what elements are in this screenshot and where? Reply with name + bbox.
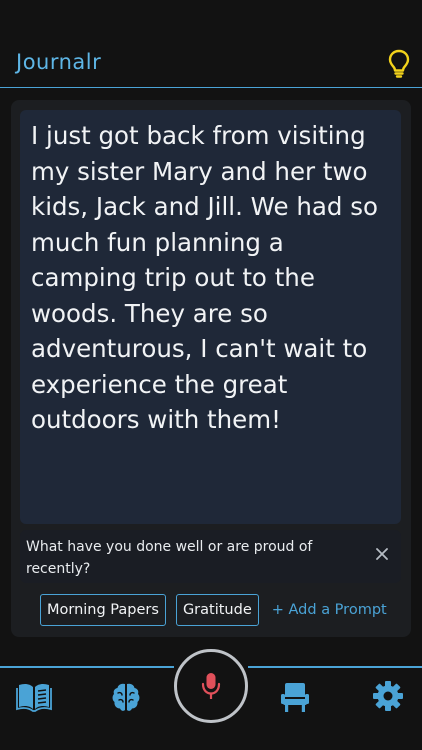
bottom-divider-right [248, 666, 422, 668]
chair-icon[interactable] [280, 681, 310, 713]
chip-morning-papers[interactable]: Morning Papers [40, 594, 166, 626]
chip-gratitude[interactable]: Gratitude [175, 594, 259, 626]
prompt-chips: Morning Papers Gratitude + Add a Prompt [40, 593, 387, 627]
close-icon[interactable] [375, 547, 389, 561]
add-prompt-button[interactable]: + Add a Prompt [272, 602, 387, 618]
journal-icon[interactable] [16, 680, 52, 712]
brain-icon[interactable] [110, 681, 142, 713]
lightbulb-icon[interactable] [386, 48, 412, 78]
bottom-divider-left [0, 666, 174, 668]
journal-entry-text[interactable]: I just got back from visiting my sister … [20, 110, 401, 524]
record-button[interactable] [174, 649, 248, 723]
microphone-icon [201, 673, 221, 699]
gear-icon[interactable] [372, 680, 404, 712]
app-title: Journalr [16, 50, 102, 74]
app-header: Journalr [0, 0, 422, 88]
prompt-text: What have you done well or are proud of … [26, 539, 313, 577]
prompt-banner: What have you done well or are proud of … [20, 530, 401, 583]
